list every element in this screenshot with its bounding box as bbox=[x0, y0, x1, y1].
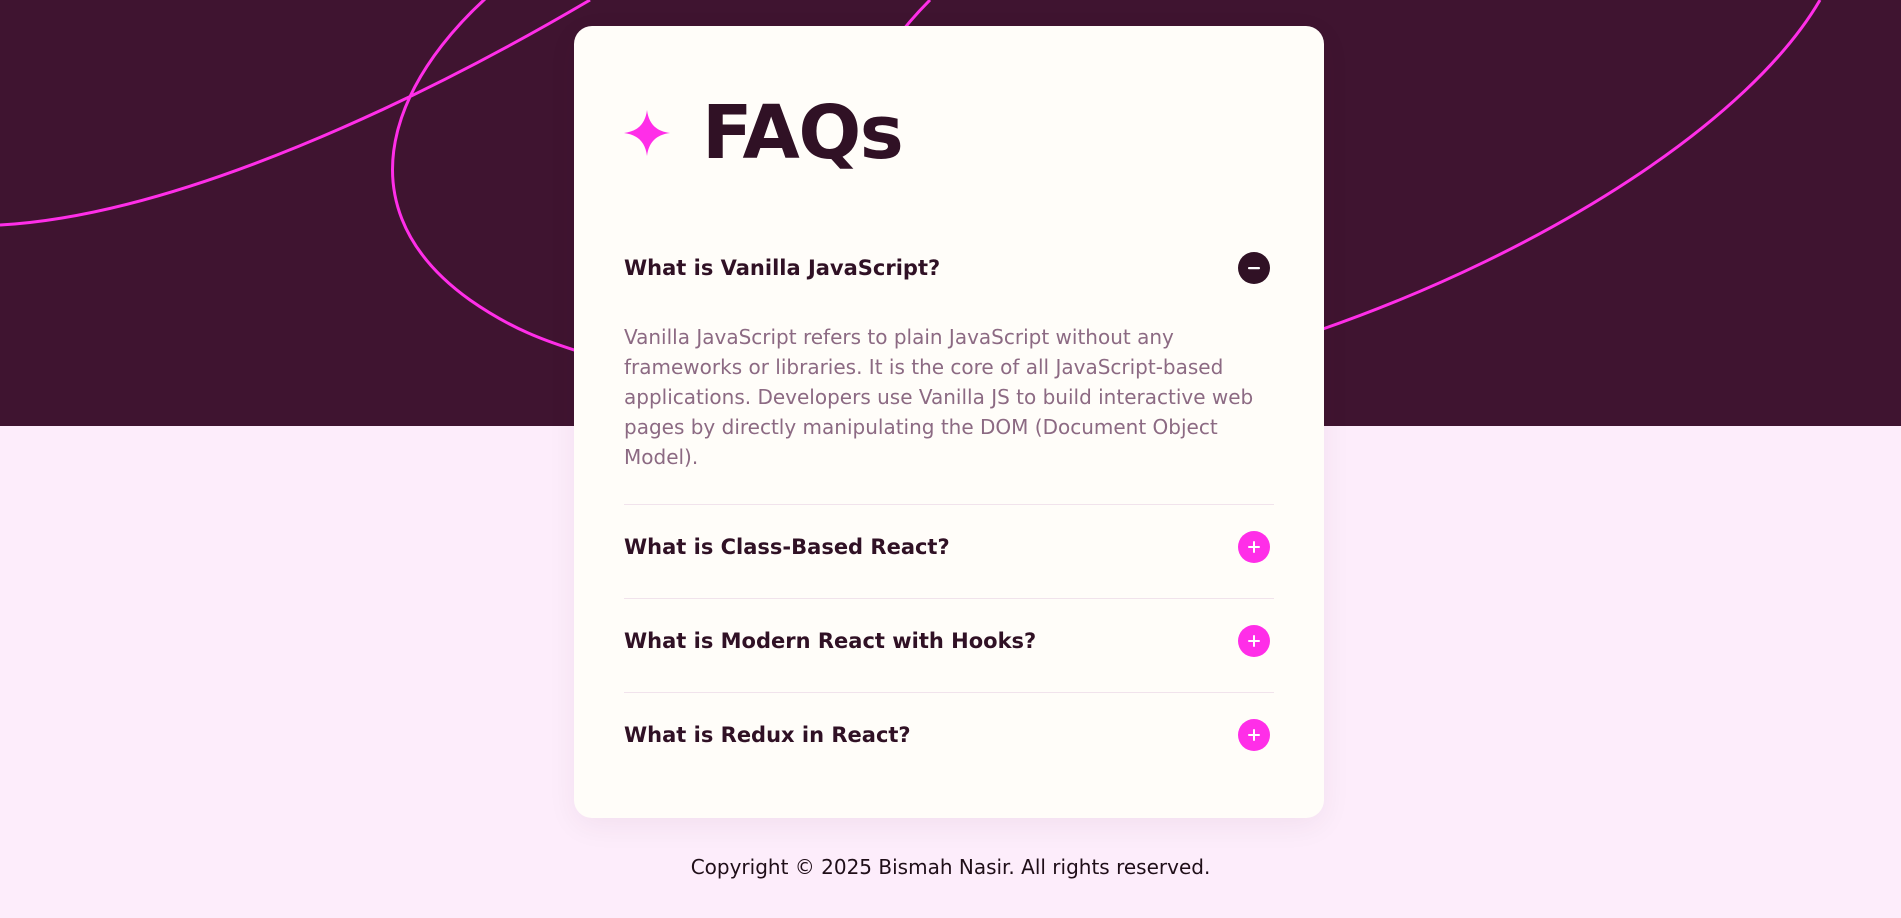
faq-header: FAQs bbox=[624, 88, 904, 178]
faq-card: FAQs What is Vanilla JavaScript? Vanilla… bbox=[574, 26, 1324, 818]
faq-item: What is Modern React with Hooks? bbox=[624, 611, 1274, 693]
four-point-star-icon bbox=[624, 110, 670, 156]
faq-question-text[interactable]: What is Redux in React? bbox=[624, 723, 911, 747]
faq-answer: Vanilla JavaScript refers to plain JavaS… bbox=[624, 325, 1254, 469]
faq-item: What is Class-Based React? bbox=[624, 517, 1274, 599]
page-title: FAQs bbox=[702, 90, 904, 176]
footer-copyright: Copyright © 2025 Bismah Nasir. All right… bbox=[690, 855, 1211, 879]
minus-circle-icon[interactable] bbox=[1238, 252, 1270, 284]
faq-question-vanilla-js[interactable]: What is Vanilla JavaScript? bbox=[624, 238, 1274, 298]
faq-question-text[interactable]: What is Class-Based React? bbox=[624, 535, 950, 559]
faq-question-react-hooks[interactable]: What is Modern React with Hooks? bbox=[624, 611, 1274, 671]
faq-question-redux[interactable]: What is Redux in React? bbox=[624, 705, 1274, 765]
faq-item: What is Vanilla JavaScript? Vanilla Java… bbox=[624, 238, 1274, 505]
faq-question-text[interactable]: What is Vanilla JavaScript? bbox=[624, 256, 940, 280]
curve-loop bbox=[391, 0, 581, 354]
faq-list: What is Vanilla JavaScript? Vanilla Java… bbox=[624, 238, 1274, 786]
faq-question-class-react[interactable]: What is Class-Based React? bbox=[624, 517, 1274, 577]
faq-item: What is Redux in React? bbox=[624, 705, 1274, 765]
faq-question-text[interactable]: What is Modern React with Hooks? bbox=[624, 629, 1036, 653]
plus-circle-icon[interactable] bbox=[1238, 531, 1270, 563]
curve-left bbox=[0, 0, 591, 227]
plus-circle-icon[interactable] bbox=[1238, 625, 1270, 657]
plus-circle-icon[interactable] bbox=[1238, 719, 1270, 751]
